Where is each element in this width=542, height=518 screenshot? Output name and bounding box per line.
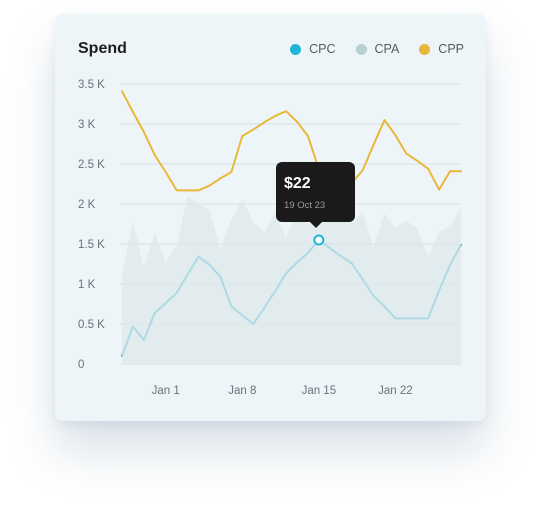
y-tick-label: 0: [78, 359, 84, 371]
legend-swatch: [419, 43, 431, 55]
chart-title: Spend: [78, 40, 127, 57]
legend-item-cpc: CPC: [290, 42, 336, 56]
legend-swatch: [290, 43, 302, 55]
x-tick-label: Jan 22: [378, 385, 413, 397]
data-tooltip: $22 19 Oct 23: [276, 162, 355, 228]
chart-plot-area: 3.5 K 3 K 2.5 K 2 K 1.5 K 1 K 0.5 K 0 Jan 1 Jan 8…: [78, 79, 462, 397]
tooltip-value: $22: [284, 175, 311, 192]
y-tick-label: 3.5 K: [78, 79, 105, 91]
legend-label: CPC: [309, 42, 336, 56]
y-tick-label: 1.5 K: [78, 239, 105, 251]
chart-legend: CPC CPA CPP: [290, 42, 464, 56]
x-tick-label: Jan 8: [228, 385, 256, 397]
x-tick-label: Jan 1: [152, 385, 180, 397]
y-tick-label: 0.5 K: [78, 319, 105, 331]
tooltip-point-marker: [313, 234, 325, 246]
x-tick-label: Jan 15: [302, 385, 337, 397]
y-tick-label: 2 K: [78, 199, 96, 211]
legend-item-cpa: CPA: [355, 42, 400, 56]
y-tick-label: 1 K: [78, 279, 96, 291]
y-tick-label: 2.5 K: [78, 159, 105, 171]
legend-item-cpp: CPP: [419, 42, 464, 56]
y-tick-label: 3 K: [78, 119, 96, 131]
legend-label: CPP: [438, 42, 464, 56]
legend-label: CPA: [374, 42, 400, 56]
spend-chart-card: 3.5 K 3 K 2.5 K 2 K 1.5 K 1 K 0.5 K 0 Jan 1 Jan 8…: [55, 14, 486, 421]
legend-swatch: [355, 43, 367, 55]
tooltip-date: 19 Oct 23: [284, 200, 326, 211]
